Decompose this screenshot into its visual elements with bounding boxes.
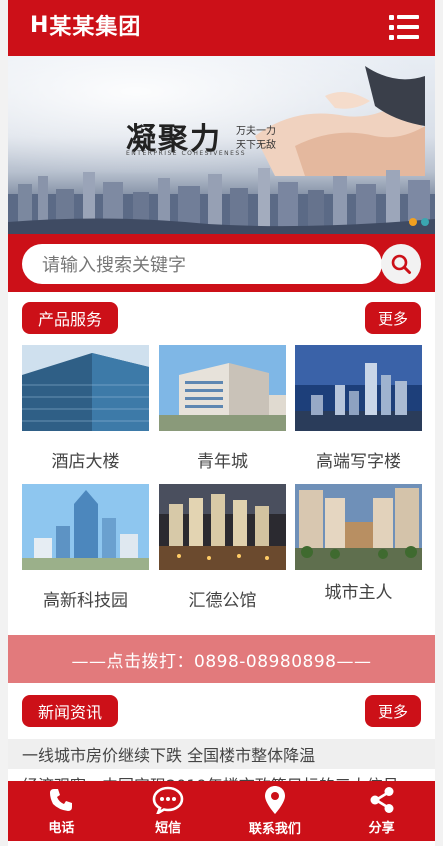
product-card[interactable]: 汇德公馆 (159, 484, 286, 611)
product-image (159, 345, 286, 431)
products-section-header: 产品服务 更多 (8, 302, 435, 336)
product-card[interactable]: 酒店大楼 (22, 345, 149, 472)
news-section-header: 新闻资讯 更多 (8, 695, 435, 729)
product-image (159, 484, 286, 570)
banner-english-caption: ENTERPRISE COHESIVENESS (126, 150, 247, 157)
news-more-button[interactable]: 更多 (365, 695, 421, 727)
news-item[interactable]: 一线城市房价继续下跌 全国楼市整体降温 (8, 739, 435, 769)
products-section-title: 产品服务 (22, 302, 119, 334)
product-image (22, 484, 149, 570)
news-section-title: 新闻资讯 (22, 695, 119, 727)
banner-pagination[interactable] (409, 218, 429, 226)
nav-contact-label: 联系我们 (248, 822, 301, 837)
call-banner[interactable]: ——点击拨打：0898-08980898—— (8, 635, 435, 683)
logo[interactable]: H 某某集团 (30, 10, 142, 41)
search-placeholder: 请输入搜索关键字 (42, 255, 186, 276)
top-header: H 某某集团 (8, 0, 435, 56)
product-card[interactable]: 高新科技园 (22, 484, 149, 611)
nav-phone-label: 电话 (48, 821, 75, 836)
logo-text: 某某集团 (49, 15, 142, 40)
handshake-illustration (255, 66, 425, 176)
phone-icon (50, 789, 73, 811)
nav-share-label: 分享 (368, 821, 395, 836)
products-more-button[interactable]: 更多 (365, 302, 421, 334)
product-image (295, 345, 422, 431)
search-bar: 请输入搜索关键字 (8, 234, 435, 292)
nav-share[interactable]: 分享 (328, 781, 435, 841)
mobile-page: H 某某集团 凝聚力 万夫一力 天下无敌 ENTERPRISE COHESIVE… (8, 0, 435, 846)
search-icon (391, 254, 411, 274)
nav-phone[interactable]: 电话 (8, 781, 115, 841)
product-name: 汇德公馆 (188, 591, 257, 611)
product-name: 城市主人 (324, 583, 393, 603)
product-name: 高端写字楼 (316, 452, 401, 472)
banner-dot-1[interactable] (409, 218, 417, 226)
product-card[interactable]: 青年城 (159, 345, 286, 472)
product-name: 青年城 (197, 452, 248, 472)
location-pin-icon (264, 786, 285, 814)
banner-subtitle-1: 万夫一力 (236, 126, 276, 137)
hero-banner[interactable]: 凝聚力 万夫一力 天下无敌 ENTERPRISE COHESIVENESS (8, 56, 435, 234)
share-icon (370, 787, 394, 813)
city-skyline (8, 168, 435, 234)
product-image (22, 345, 149, 431)
banner-subtitle-2: 天下无敌 (236, 140, 276, 151)
product-card[interactable]: 高端写字楼 (295, 345, 422, 472)
search-input[interactable]: 请输入搜索关键字 (22, 244, 382, 284)
nav-message[interactable]: 短信 (115, 781, 222, 841)
banner-dot-2[interactable] (421, 218, 429, 226)
hamburger-menu-icon[interactable] (389, 14, 419, 40)
logo-mark: H (30, 12, 48, 38)
product-name: 酒店大楼 (51, 452, 120, 472)
product-image (295, 484, 422, 570)
product-name: 高新科技园 (43, 591, 128, 611)
nav-message-label: 短信 (155, 821, 182, 836)
bottom-nav: 电话 短信 联系我们 分享 (8, 781, 435, 841)
search-button[interactable] (381, 244, 421, 284)
nav-contact[interactable]: 联系我们 (222, 781, 329, 841)
message-icon (152, 786, 184, 814)
product-card[interactable]: 城市主人 (295, 484, 422, 603)
